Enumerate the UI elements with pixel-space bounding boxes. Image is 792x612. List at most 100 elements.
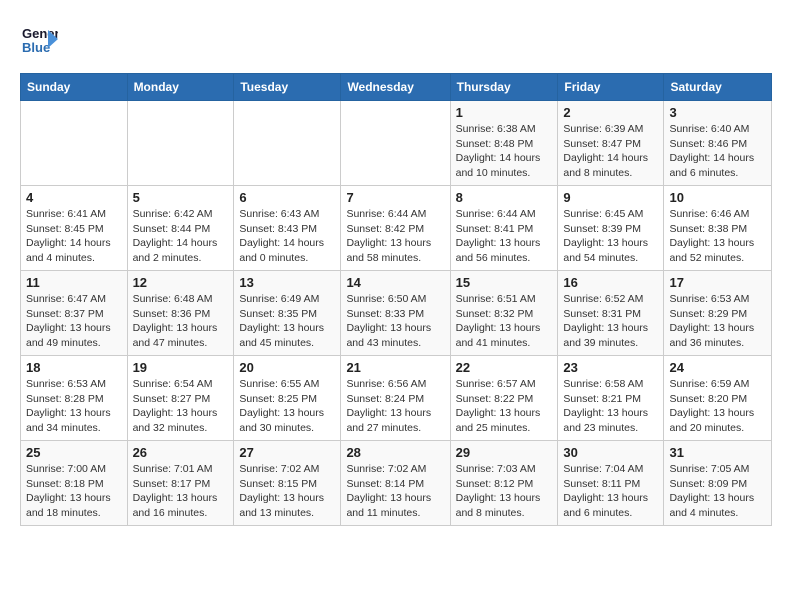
header-saturday: Saturday xyxy=(664,74,772,101)
day-info: Sunrise: 6:40 AM Sunset: 8:46 PM Dayligh… xyxy=(669,122,766,181)
day-number: 17 xyxy=(669,275,766,290)
day-info: Sunrise: 6:59 AM Sunset: 8:20 PM Dayligh… xyxy=(669,377,766,436)
calendar-cell-w4-d4: 21Sunrise: 6:56 AM Sunset: 8:24 PM Dayli… xyxy=(341,356,450,441)
calendar-cell-w1-d7: 3 Sunrise: 6:40 AM Sunset: 8:46 PM Daylig… xyxy=(664,101,772,186)
day-number: 18 xyxy=(26,360,122,375)
calendar-cell-w5-d6: 30 Sunrise: 7:04 AM Sunset: 8:11 PM Dayli… xyxy=(558,441,664,526)
calendar-cell-w3-d7: 17Sunrise: 6:53 AM Sunset: 8:29 PM Dayli… xyxy=(664,271,772,356)
day-number: 31 xyxy=(669,445,766,460)
calendar-cell-w5-d2: 26 Sunrise: 7:01 AM Sunset: 8:17 PM Dayli… xyxy=(127,441,234,526)
day-number: 20 xyxy=(239,360,335,375)
day-info: Sunrise: 7:02 AM Sunset: 8:15 PM Dayligh… xyxy=(239,462,335,521)
day-info: Sunrise: 6:47 AM Sunset: 8:37 PM Dayligh… xyxy=(26,292,122,351)
page-header: General Blue xyxy=(20,20,772,63)
day-info: Sunrise: 6:42 AM Sunset: 8:44 PM Dayligh… xyxy=(133,207,229,266)
day-info: Sunrise: 6:39 AM Sunset: 8:47 PM Dayligh… xyxy=(563,122,658,181)
day-info: Sunrise: 6:48 AM Sunset: 8:36 PM Dayligh… xyxy=(133,292,229,351)
day-info: Sunrise: 6:38 AM Sunset: 8:48 PM Dayligh… xyxy=(456,122,553,181)
day-number: 22 xyxy=(456,360,553,375)
calendar-cell-w3-d6: 16 Sunrise: 6:52 AM Sunset: 8:31 PM Dayli… xyxy=(558,271,664,356)
day-info: Sunrise: 6:49 AM Sunset: 8:35 PM Dayligh… xyxy=(239,292,335,351)
week-row-4: 18 Sunrise: 6:53 AM Sunset: 8:28 PM Dayli… xyxy=(21,356,772,441)
svg-text:Blue: Blue xyxy=(22,40,50,55)
day-info: Sunrise: 6:45 AM Sunset: 8:39 PM Dayligh… xyxy=(563,207,658,266)
day-number: 10 xyxy=(669,190,766,205)
calendar-cell-w2-d2: 5 Sunrise: 6:42 AM Sunset: 8:44 PM Daylig… xyxy=(127,186,234,271)
header-friday: Friday xyxy=(558,74,664,101)
calendar-cell-w1-d2 xyxy=(127,101,234,186)
calendar-cell-w2-d3: 6 Sunrise: 6:43 AM Sunset: 8:43 PM Daylig… xyxy=(234,186,341,271)
day-number: 9 xyxy=(563,190,658,205)
day-info: Sunrise: 7:04 AM Sunset: 8:11 PM Dayligh… xyxy=(563,462,658,521)
calendar-cell-w5-d3: 27 Sunrise: 7:02 AM Sunset: 8:15 PM Dayli… xyxy=(234,441,341,526)
day-number: 4 xyxy=(26,190,122,205)
day-number: 11 xyxy=(26,275,122,290)
calendar-table: SundayMondayTuesdayWednesdayThursdayFrid… xyxy=(20,73,772,526)
calendar-cell-w2-d1: 4 Sunrise: 6:41 AM Sunset: 8:45 PM Daylig… xyxy=(21,186,128,271)
day-info: Sunrise: 6:41 AM Sunset: 8:45 PM Dayligh… xyxy=(26,207,122,266)
calendar-cell-w3-d1: 11 Sunrise: 6:47 AM Sunset: 8:37 PM Dayli… xyxy=(21,271,128,356)
calendar-cell-w1-d6: 2 Sunrise: 6:39 AM Sunset: 8:47 PM Daylig… xyxy=(558,101,664,186)
calendar-cell-w4-d6: 23 Sunrise: 6:58 AM Sunset: 8:21 PM Dayli… xyxy=(558,356,664,441)
calendar-cell-w5-d4: 28Sunrise: 7:02 AM Sunset: 8:14 PM Dayli… xyxy=(341,441,450,526)
logo-icon: General Blue xyxy=(20,20,58,58)
calendar-cell-w4-d7: 24Sunrise: 6:59 AM Sunset: 8:20 PM Dayli… xyxy=(664,356,772,441)
day-info: Sunrise: 7:05 AM Sunset: 8:09 PM Dayligh… xyxy=(669,462,766,521)
day-number: 26 xyxy=(133,445,229,460)
logo: General Blue xyxy=(20,20,64,63)
calendar-cell-w5-d7: 31 Sunrise: 7:05 AM Sunset: 8:09 PM Dayli… xyxy=(664,441,772,526)
week-row-2: 4 Sunrise: 6:41 AM Sunset: 8:45 PM Daylig… xyxy=(21,186,772,271)
day-number: 29 xyxy=(456,445,553,460)
day-info: Sunrise: 6:53 AM Sunset: 8:28 PM Dayligh… xyxy=(26,377,122,436)
day-number: 8 xyxy=(456,190,553,205)
day-info: Sunrise: 6:58 AM Sunset: 8:21 PM Dayligh… xyxy=(563,377,658,436)
calendar-cell-w2-d6: 9 Sunrise: 6:45 AM Sunset: 8:39 PM Daylig… xyxy=(558,186,664,271)
calendar-cell-w5-d5: 29 Sunrise: 7:03 AM Sunset: 8:12 PM Dayli… xyxy=(450,441,558,526)
calendar-cell-w1-d4 xyxy=(341,101,450,186)
day-number: 14 xyxy=(346,275,444,290)
day-number: 3 xyxy=(669,105,766,120)
day-number: 30 xyxy=(563,445,658,460)
day-info: Sunrise: 6:46 AM Sunset: 8:38 PM Dayligh… xyxy=(669,207,766,266)
day-number: 13 xyxy=(239,275,335,290)
day-number: 5 xyxy=(133,190,229,205)
day-info: Sunrise: 6:50 AM Sunset: 8:33 PM Dayligh… xyxy=(346,292,444,351)
day-number: 12 xyxy=(133,275,229,290)
day-info: Sunrise: 6:55 AM Sunset: 8:25 PM Dayligh… xyxy=(239,377,335,436)
calendar-cell-w1-d3 xyxy=(234,101,341,186)
header-sunday: Sunday xyxy=(21,74,128,101)
day-info: Sunrise: 6:43 AM Sunset: 8:43 PM Dayligh… xyxy=(239,207,335,266)
calendar-cell-w4-d5: 22Sunrise: 6:57 AM Sunset: 8:22 PM Dayli… xyxy=(450,356,558,441)
day-info: Sunrise: 6:44 AM Sunset: 8:42 PM Dayligh… xyxy=(346,207,444,266)
day-number: 16 xyxy=(563,275,658,290)
day-number: 1 xyxy=(456,105,553,120)
calendar-cell-w1-d5: 1 Sunrise: 6:38 AM Sunset: 8:48 PM Daylig… xyxy=(450,101,558,186)
calendar-cell-w4-d2: 19Sunrise: 6:54 AM Sunset: 8:27 PM Dayli… xyxy=(127,356,234,441)
day-number: 7 xyxy=(346,190,444,205)
day-info: Sunrise: 7:02 AM Sunset: 8:14 PM Dayligh… xyxy=(346,462,444,521)
day-number: 6 xyxy=(239,190,335,205)
day-info: Sunrise: 6:56 AM Sunset: 8:24 PM Dayligh… xyxy=(346,377,444,436)
calendar-cell-w3-d2: 12 Sunrise: 6:48 AM Sunset: 8:36 PM Dayli… xyxy=(127,271,234,356)
day-info: Sunrise: 7:03 AM Sunset: 8:12 PM Dayligh… xyxy=(456,462,553,521)
calendar-cell-w2-d4: 7 Sunrise: 6:44 AM Sunset: 8:42 PM Daylig… xyxy=(341,186,450,271)
day-number: 27 xyxy=(239,445,335,460)
header-monday: Monday xyxy=(127,74,234,101)
day-number: 23 xyxy=(563,360,658,375)
header-tuesday: Tuesday xyxy=(234,74,341,101)
week-row-5: 25Sunrise: 7:00 AM Sunset: 8:18 PM Dayli… xyxy=(21,441,772,526)
day-info: Sunrise: 6:52 AM Sunset: 8:31 PM Dayligh… xyxy=(563,292,658,351)
header-thursday: Thursday xyxy=(450,74,558,101)
calendar-cell-w2-d5: 8 Sunrise: 6:44 AM Sunset: 8:41 PM Daylig… xyxy=(450,186,558,271)
calendar-cell-w4-d1: 18 Sunrise: 6:53 AM Sunset: 8:28 PM Dayli… xyxy=(21,356,128,441)
calendar-cell-w4-d3: 20 Sunrise: 6:55 AM Sunset: 8:25 PM Dayli… xyxy=(234,356,341,441)
calendar-cell-w3-d4: 14 Sunrise: 6:50 AM Sunset: 8:33 PM Dayli… xyxy=(341,271,450,356)
day-info: Sunrise: 7:01 AM Sunset: 8:17 PM Dayligh… xyxy=(133,462,229,521)
header-wednesday: Wednesday xyxy=(341,74,450,101)
calendar-cell-w5-d1: 25Sunrise: 7:00 AM Sunset: 8:18 PM Dayli… xyxy=(21,441,128,526)
calendar-cell-w1-d1 xyxy=(21,101,128,186)
day-number: 2 xyxy=(563,105,658,120)
day-info: Sunrise: 6:54 AM Sunset: 8:27 PM Dayligh… xyxy=(133,377,229,436)
day-info: Sunrise: 7:00 AM Sunset: 8:18 PM Dayligh… xyxy=(26,462,122,521)
day-info: Sunrise: 6:44 AM Sunset: 8:41 PM Dayligh… xyxy=(456,207,553,266)
